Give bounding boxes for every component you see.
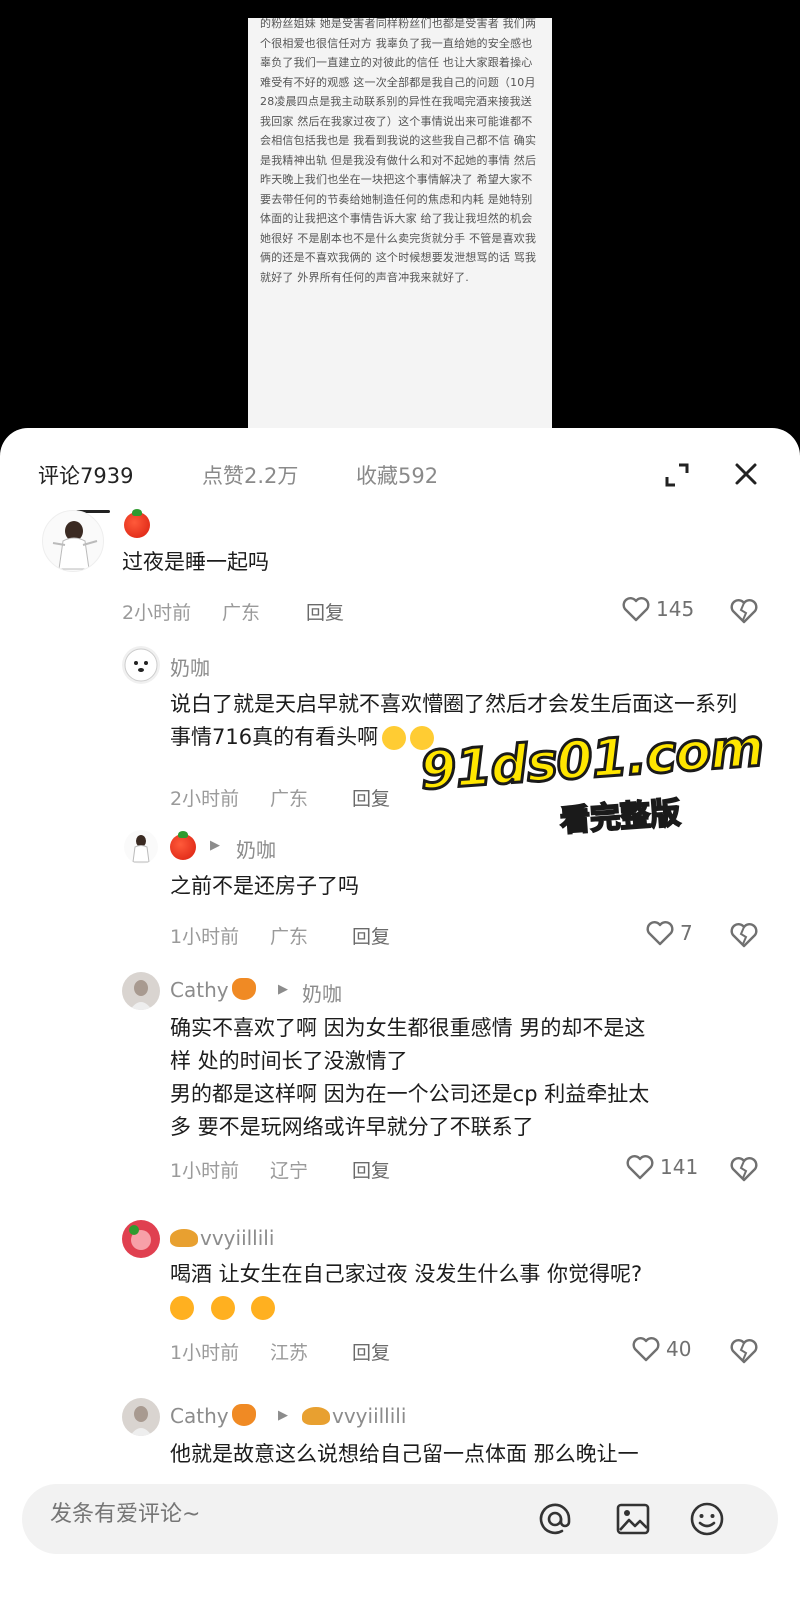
comment-line: 男的都是这样啊 因为在一个公司还是cp 利益牵扯太 — [170, 1082, 650, 1106]
comment-item: 过夜是睡一起吗 2小时前 广东 回复 145 — [0, 502, 800, 632]
like-button[interactable]: 40 — [632, 1336, 691, 1362]
avatar[interactable] — [122, 646, 160, 684]
reply-arrow-icon: ▶ — [278, 1408, 288, 1423]
fox-icon — [231, 978, 256, 1000]
emoji-icon[interactable] — [688, 1500, 726, 1538]
reply-button[interactable]: 回复 — [352, 1156, 390, 1183]
heart-icon — [646, 921, 674, 946]
comment-item: Cathy ▶ vvyiillili 他就是故意这么说想给自己留一点体面 那么晚… — [0, 1392, 800, 1482]
post-image-area: 的粉丝姐妹 她是受害者同样粉丝们也都是受害者 我们两个很相爱也很信任对方 我辜负… — [0, 0, 800, 440]
comment-author[interactable]: vvyiillili — [170, 1226, 274, 1250]
comment-location: 辽宁 — [270, 1160, 309, 1182]
comment-text: 确实不喜欢了啊 因为女生都很重感情 男的却不是这 样 处的时间长了没激情了 男的… — [170, 1012, 770, 1144]
comment-location: 广东 — [270, 788, 309, 810]
dislike-icon[interactable] — [730, 1156, 758, 1182]
comment-time: 2小时前 — [170, 788, 240, 810]
comment-item: ▶ 奶咖 之前不是还房子了吗 1小时前 广东 回复 7 — [0, 824, 800, 954]
comment-line: 多 要不是玩网络或许早就分了不联系了 — [170, 1115, 534, 1139]
reply-button[interactable]: 回复 — [352, 922, 390, 949]
reply-arrow-icon: ▶ — [210, 838, 220, 853]
at-icon[interactable] — [536, 1500, 574, 1538]
like-count: 7 — [680, 921, 693, 945]
comment-line: 样 处的时间长了没激情了 — [170, 1049, 408, 1073]
like-count: 141 — [660, 1155, 699, 1179]
comment-text: 之前不是还房子了吗 — [170, 874, 359, 898]
comment-text-content: 说白了就是天启早就不喜欢懵圈了然后才会发生后面这一系列事情716真的有看头啊 — [170, 692, 737, 749]
comment-input-bar — [22, 1484, 778, 1554]
expand-icon[interactable] — [664, 462, 690, 488]
comment-text: 过夜是睡一起吗 — [122, 550, 269, 574]
huffing-emoji — [251, 1296, 276, 1320]
comment-item: 奶咖 说白了就是天启早就不喜欢懵圈了然后才会发生后面这一系列事情716真的有看头… — [0, 638, 800, 811]
comment-item: Cathy ▶ 奶咖 确实不喜欢了啊 因为女生都很重感情 男的却不是这 样 处的… — [0, 966, 800, 1206]
croissant-icon — [302, 1407, 330, 1425]
tomato-icon — [170, 831, 196, 860]
comment-time: 1小时前 — [170, 1160, 240, 1182]
image-icon[interactable] — [614, 1500, 652, 1538]
like-button[interactable]: 145 — [622, 596, 694, 622]
heart-icon — [622, 597, 650, 622]
croissant-icon — [170, 1229, 198, 1247]
avatar[interactable] — [122, 1220, 160, 1258]
crying-laughing-emoji — [410, 726, 435, 750]
avatar[interactable] — [122, 1398, 160, 1436]
comment-location: 广东 — [222, 602, 261, 624]
comment-location: 江苏 — [270, 1342, 309, 1364]
close-icon[interactable] — [732, 460, 760, 488]
dislike-icon[interactable] — [730, 598, 758, 624]
dislike-icon[interactable] — [730, 1338, 758, 1364]
crying-laughing-emoji — [382, 726, 407, 750]
comment-text: 说白了就是天启早就不喜欢懵圈了然后才会发生后面这一系列事情716真的有看头啊 — [170, 688, 750, 754]
comment-text-content: 喝酒 让女生在自己家过夜 没发生什么事 你觉得呢? — [170, 1262, 643, 1286]
like-count: 40 — [666, 1337, 692, 1361]
like-button[interactable]: 7 — [646, 920, 693, 946]
fox-icon — [231, 1404, 256, 1426]
like-button[interactable]: 141 — [626, 1154, 698, 1180]
emoji-row — [170, 1291, 770, 1324]
comment-input[interactable] — [50, 1502, 510, 1527]
reply-to-name[interactable]: 奶咖 — [236, 834, 276, 863]
comment-author[interactable]: 奶咖 — [170, 652, 210, 681]
avatar[interactable] — [42, 510, 104, 572]
avatar[interactable] — [122, 972, 160, 1010]
comment-author[interactable]: Cathy — [170, 1404, 256, 1428]
comment-text: 他就是故意这么说想给自己留一点体面 那么晚让一 — [170, 1442, 639, 1466]
comment-time: 1小时前 — [170, 1342, 240, 1364]
comment-author[interactable]: Cathy — [170, 978, 256, 1002]
comment-time: 1小时前 — [170, 926, 240, 948]
tomato-icon — [124, 509, 150, 538]
post-text: 的粉丝姐妹 她是受害者同样粉丝们也都是受害者 我们两个很相爱也很信任对方 我辜负… — [260, 18, 537, 284]
reply-button[interactable]: 回复 — [352, 784, 390, 811]
dislike-icon[interactable] — [730, 922, 758, 948]
heart-icon — [626, 1155, 654, 1180]
reply-arrow-icon: ▶ — [278, 982, 288, 997]
reply-button[interactable]: 回复 — [306, 598, 344, 625]
like-count: 145 — [656, 597, 695, 621]
tab-comments[interactable]: 评论7939 — [38, 460, 133, 490]
comment-text: 喝酒 让女生在自己家过夜 没发生什么事 你觉得呢? — [170, 1258, 770, 1324]
comment-location: 广东 — [270, 926, 309, 948]
comment-sheet: 评论7939 点赞2.2万 收藏592 过夜是睡一起吗 2小时前 广东 回复 1… — [0, 428, 800, 1610]
comment-item: vvyiillili 喝酒 让女生在自己家过夜 没发生什么事 你觉得呢? 1小时… — [0, 1214, 800, 1384]
post-screenshot: 的粉丝姐妹 她是受害者同样粉丝们也都是受害者 我们两个很相爱也很信任对方 我辜负… — [248, 18, 552, 428]
tab-likes[interactable]: 点赞2.2万 — [202, 460, 298, 490]
reply-button[interactable]: 回复 — [352, 1338, 390, 1365]
heart-icon — [632, 1337, 660, 1362]
huffing-emoji — [170, 1296, 194, 1320]
reply-to-name[interactable]: 奶咖 — [302, 978, 342, 1007]
comment-time: 2小时前 — [122, 602, 192, 624]
avatar[interactable] — [124, 830, 158, 864]
comment-line: 确实不喜欢了啊 因为女生都很重感情 男的却不是这 — [170, 1016, 646, 1040]
reply-to-name[interactable]: vvyiillili — [302, 1404, 406, 1428]
comment-tabs: 评论7939 点赞2.2万 收藏592 — [38, 460, 770, 500]
huffing-emoji — [210, 1296, 235, 1320]
tab-favorites[interactable]: 收藏592 — [356, 460, 438, 490]
